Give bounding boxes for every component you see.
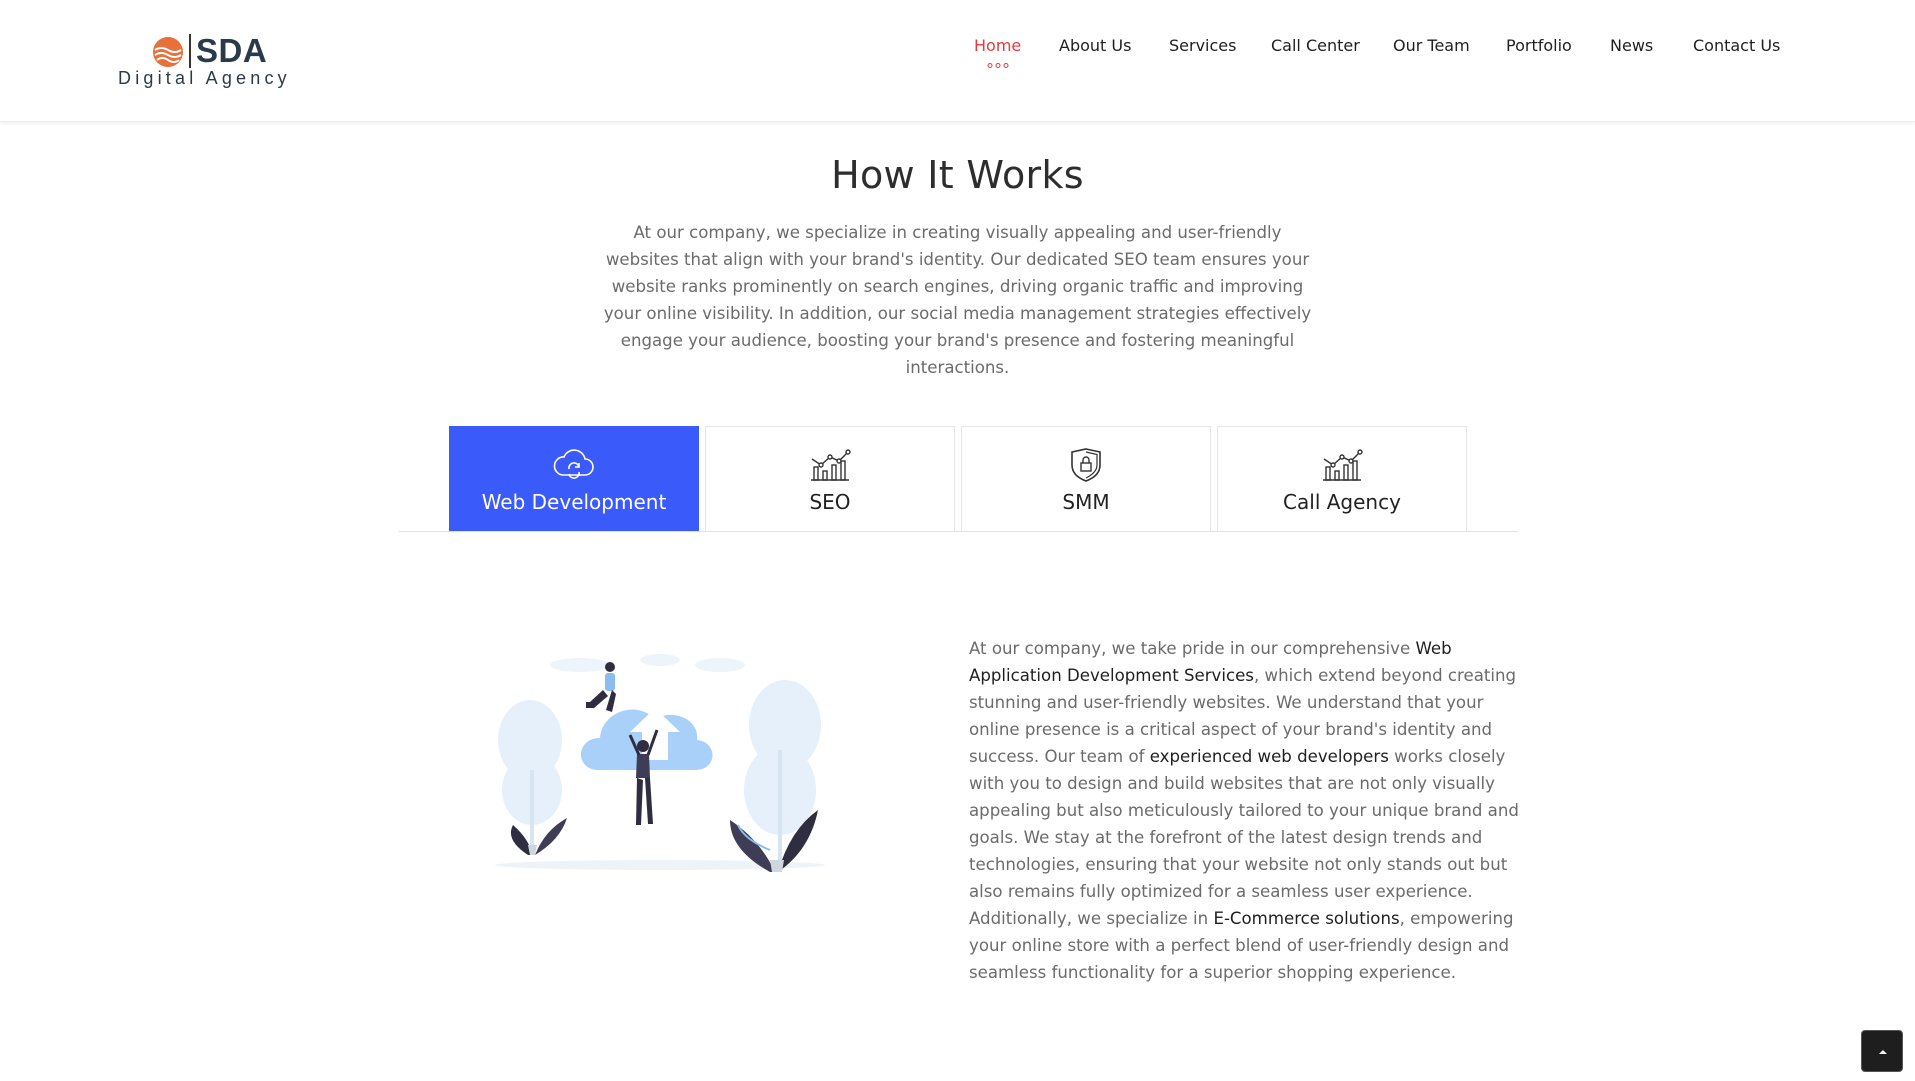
nav-call-center[interactable]: Call Center <box>1271 36 1360 55</box>
active-indicator <box>987 63 1009 68</box>
nav-portfolio[interactable]: Portfolio <box>1506 36 1572 55</box>
chart-growth-icon <box>1323 449 1363 481</box>
tab-label: SEO <box>809 490 851 514</box>
scroll-to-top-button[interactable] <box>1861 1030 1903 1072</box>
main-nav: Home About Us Services Call Center Our T… <box>0 36 1915 76</box>
cloud-upload-illustration <box>495 654 825 872</box>
highlight-web-developers: experienced web developers <box>1149 747 1389 766</box>
nav-our-team[interactable]: Our Team <box>1393 36 1470 55</box>
chart-growth-icon <box>811 449 851 481</box>
description-text: At our company, we take pride in our com… <box>969 639 1416 658</box>
highlight-ecommerce: E-Commerce solutions <box>1213 909 1400 928</box>
cloud-sync-icon <box>553 449 594 479</box>
shield-lock-icon <box>1071 448 1101 482</box>
chevron-up-icon <box>1879 1050 1887 1054</box>
section-title: How It Works <box>831 153 1084 197</box>
tabs-divider <box>398 531 1518 532</box>
site-header: SDA Digital Agency Home About Us Service… <box>0 0 1915 122</box>
tab-web-development[interactable]: Web Development <box>449 426 699 531</box>
tab-label: SMM <box>1062 490 1110 514</box>
tab-smm[interactable]: SMM <box>961 426 1211 531</box>
nav-about-us[interactable]: About Us <box>1059 36 1131 55</box>
tab-label: Web Development <box>481 490 667 514</box>
nav-home[interactable]: Home <box>974 36 1022 68</box>
nav-services[interactable]: Services <box>1169 36 1236 55</box>
tab-label: Call Agency <box>1283 490 1401 514</box>
nav-contact-us[interactable]: Contact Us <box>1693 36 1780 55</box>
section-intro: At our company, we specialize in creatin… <box>603 223 1312 377</box>
tab-seo[interactable]: SEO <box>705 426 955 531</box>
nav-home-label: Home <box>974 36 1022 55</box>
nav-news[interactable]: News <box>1610 36 1653 55</box>
description-text: works closely with you to design and bui… <box>969 747 1519 928</box>
tab-call-agency[interactable]: Call Agency <box>1217 426 1467 531</box>
web-development-description: At our company, we take pride in our com… <box>969 635 1524 986</box>
